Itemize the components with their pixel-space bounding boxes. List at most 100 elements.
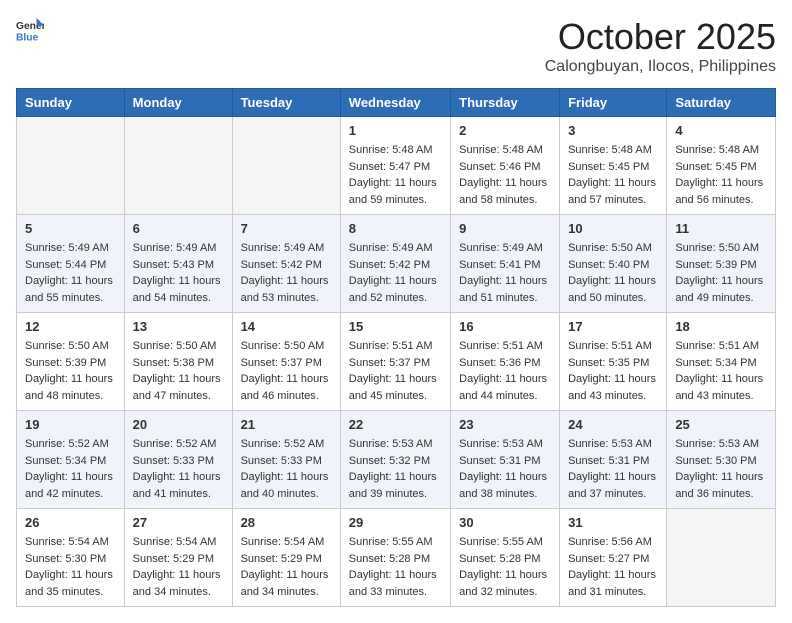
- day-number: 7: [241, 221, 332, 236]
- day-info: Sunrise: 5:50 AMSunset: 5:39 PMDaylight:…: [25, 338, 116, 404]
- day-number: 25: [675, 417, 767, 432]
- calendar-cell: 9Sunrise: 5:49 AMSunset: 5:41 PMDaylight…: [451, 215, 560, 313]
- day-number: 12: [25, 319, 116, 334]
- calendar-header-row: SundayMondayTuesdayWednesdayThursdayFrid…: [17, 89, 776, 117]
- calendar-cell: 1 Sunrise: 5:48 AMSunset: 5:47 PMDaylight…: [340, 117, 450, 215]
- day-number: 11: [675, 221, 767, 236]
- day-number: 2: [459, 123, 551, 138]
- day-number: 15: [349, 319, 442, 334]
- day-info: Sunrise: 5:50 AMSunset: 5:39 PMDaylight:…: [675, 240, 767, 306]
- day-info: Sunrise: 5:49 AMSunset: 5:44 PMDaylight:…: [25, 240, 116, 306]
- calendar-cell: 19Sunrise: 5:52 AMSunset: 5:34 PMDayligh…: [17, 411, 125, 509]
- page-header: General Blue October 2025 Calongbuyan, I…: [16, 16, 776, 76]
- calendar-cell: 27 Sunrise: 5:54 AMSunset: 5:29 PMDayligh…: [124, 509, 232, 607]
- day-number: 20: [133, 417, 224, 432]
- day-info: Sunrise: 5:51 AMSunset: 5:34 PMDaylight:…: [675, 338, 767, 404]
- calendar-cell: 17 Sunrise: 5:51 AMSunset: 5:35 PMDayligh…: [560, 313, 667, 411]
- day-number: 24: [568, 417, 658, 432]
- calendar-week-row: 12 Sunrise: 5:50 AMSunset: 5:39 PMDayligh…: [17, 313, 776, 411]
- calendar-cell: 22 Sunrise: 5:53 AMSunset: 5:32 PMDayligh…: [340, 411, 450, 509]
- day-number: 31: [568, 515, 658, 530]
- day-info: Sunrise: 5:52 AMSunset: 5:33 PMDaylight:…: [133, 436, 224, 502]
- day-info: Sunrise: 5:53 AMSunset: 5:30 PMDaylight:…: [675, 436, 767, 502]
- calendar-cell: 21 Sunrise: 5:52 AMSunset: 5:33 PMDayligh…: [232, 411, 340, 509]
- day-info: Sunrise: 5:48 AMSunset: 5:46 PMDaylight:…: [459, 142, 551, 208]
- day-info: Sunrise: 5:53 AMSunset: 5:31 PMDaylight:…: [459, 436, 551, 502]
- day-info: Sunrise: 5:49 AMSunset: 5:43 PMDaylight:…: [133, 240, 224, 306]
- day-info: Sunrise: 5:52 AMSunset: 5:33 PMDaylight:…: [241, 436, 332, 502]
- calendar-cell: [667, 509, 776, 607]
- day-info: Sunrise: 5:54 AMSunset: 5:30 PMDaylight:…: [25, 534, 116, 600]
- day-number: 13: [133, 319, 224, 334]
- day-number: 22: [349, 417, 442, 432]
- svg-text:Blue: Blue: [16, 32, 39, 43]
- day-number: 14: [241, 319, 332, 334]
- column-header-tuesday: Tuesday: [232, 89, 340, 117]
- calendar-week-row: 19Sunrise: 5:52 AMSunset: 5:34 PMDayligh…: [17, 411, 776, 509]
- calendar-cell: 2 Sunrise: 5:48 AMSunset: 5:46 PMDaylight…: [451, 117, 560, 215]
- column-header-monday: Monday: [124, 89, 232, 117]
- calendar-cell: 13 Sunrise: 5:50 AMSunset: 5:38 PMDayligh…: [124, 313, 232, 411]
- day-info: Sunrise: 5:50 AMSunset: 5:38 PMDaylight:…: [133, 338, 224, 404]
- day-info: Sunrise: 5:51 AMSunset: 5:35 PMDaylight:…: [568, 338, 658, 404]
- calendar-cell: 12 Sunrise: 5:50 AMSunset: 5:39 PMDayligh…: [17, 313, 125, 411]
- day-number: 17: [568, 319, 658, 334]
- day-info: Sunrise: 5:53 AMSunset: 5:32 PMDaylight:…: [349, 436, 442, 502]
- calendar-week-row: 1 Sunrise: 5:48 AMSunset: 5:47 PMDaylight…: [17, 117, 776, 215]
- day-number: 26: [25, 515, 116, 530]
- day-number: 30: [459, 515, 551, 530]
- day-number: 28: [241, 515, 332, 530]
- calendar-cell: 16 Sunrise: 5:51 AMSunset: 5:36 PMDayligh…: [451, 313, 560, 411]
- day-number: 9: [459, 221, 551, 236]
- calendar-cell: 20 Sunrise: 5:52 AMSunset: 5:33 PMDayligh…: [124, 411, 232, 509]
- column-header-wednesday: Wednesday: [340, 89, 450, 117]
- calendar-cell: 15 Sunrise: 5:51 AMSunset: 5:37 PMDayligh…: [340, 313, 450, 411]
- calendar-cell: 6 Sunrise: 5:49 AMSunset: 5:43 PMDaylight…: [124, 215, 232, 313]
- calendar-cell: 23 Sunrise: 5:53 AMSunset: 5:31 PMDayligh…: [451, 411, 560, 509]
- calendar-cell: 8Sunrise: 5:49 AMSunset: 5:42 PMDaylight…: [340, 215, 450, 313]
- day-info: Sunrise: 5:54 AMSunset: 5:29 PMDaylight:…: [133, 534, 224, 600]
- calendar-cell: 4Sunrise: 5:48 AMSunset: 5:45 PMDaylight…: [667, 117, 776, 215]
- calendar-cell: 3Sunrise: 5:48 AMSunset: 5:45 PMDaylight…: [560, 117, 667, 215]
- day-number: 16: [459, 319, 551, 334]
- calendar-cell: [232, 117, 340, 215]
- day-number: 27: [133, 515, 224, 530]
- calendar-cell: 11 Sunrise: 5:50 AMSunset: 5:39 PMDayligh…: [667, 215, 776, 313]
- day-info: Sunrise: 5:48 AMSunset: 5:45 PMDaylight:…: [675, 142, 767, 208]
- logo: General Blue: [16, 16, 44, 44]
- day-info: Sunrise: 5:49 AMSunset: 5:42 PMDaylight:…: [241, 240, 332, 306]
- column-header-saturday: Saturday: [667, 89, 776, 117]
- calendar-cell: 7 Sunrise: 5:49 AMSunset: 5:42 PMDaylight…: [232, 215, 340, 313]
- location-subtitle: Calongbuyan, Ilocos, Philippines: [545, 58, 776, 76]
- day-number: 1: [349, 123, 442, 138]
- calendar-week-row: 5Sunrise: 5:49 AMSunset: 5:44 PMDaylight…: [17, 215, 776, 313]
- day-info: Sunrise: 5:49 AMSunset: 5:42 PMDaylight:…: [349, 240, 442, 306]
- logo-icon: General Blue: [16, 16, 44, 44]
- day-info: Sunrise: 5:55 AMSunset: 5:28 PMDaylight:…: [459, 534, 551, 600]
- column-header-sunday: Sunday: [17, 89, 125, 117]
- day-number: 19: [25, 417, 116, 432]
- calendar-cell: [124, 117, 232, 215]
- calendar-cell: 5Sunrise: 5:49 AMSunset: 5:44 PMDaylight…: [17, 215, 125, 313]
- calendar-cell: 28 Sunrise: 5:54 AMSunset: 5:29 PMDayligh…: [232, 509, 340, 607]
- day-info: Sunrise: 5:48 AMSunset: 5:45 PMDaylight:…: [568, 142, 658, 208]
- calendar-cell: 10Sunrise: 5:50 AMSunset: 5:40 PMDayligh…: [560, 215, 667, 313]
- day-info: Sunrise: 5:55 AMSunset: 5:28 PMDaylight:…: [349, 534, 442, 600]
- day-number: 21: [241, 417, 332, 432]
- day-info: Sunrise: 5:51 AMSunset: 5:36 PMDaylight:…: [459, 338, 551, 404]
- column-header-thursday: Thursday: [451, 89, 560, 117]
- day-number: 10: [568, 221, 658, 236]
- day-info: Sunrise: 5:48 AMSunset: 5:47 PMDaylight:…: [349, 142, 442, 208]
- day-info: Sunrise: 5:50 AMSunset: 5:37 PMDaylight:…: [241, 338, 332, 404]
- day-info: Sunrise: 5:53 AMSunset: 5:31 PMDaylight:…: [568, 436, 658, 502]
- day-info: Sunrise: 5:51 AMSunset: 5:37 PMDaylight:…: [349, 338, 442, 404]
- day-number: 6: [133, 221, 224, 236]
- calendar-week-row: 26 Sunrise: 5:54 AMSunset: 5:30 PMDayligh…: [17, 509, 776, 607]
- calendar-cell: 14 Sunrise: 5:50 AMSunset: 5:37 PMDayligh…: [232, 313, 340, 411]
- day-number: 23: [459, 417, 551, 432]
- day-number: 29: [349, 515, 442, 530]
- calendar-cell: 30 Sunrise: 5:55 AMSunset: 5:28 PMDayligh…: [451, 509, 560, 607]
- calendar-cell: 29 Sunrise: 5:55 AMSunset: 5:28 PMDayligh…: [340, 509, 450, 607]
- calendar-cell: [17, 117, 125, 215]
- day-info: Sunrise: 5:54 AMSunset: 5:29 PMDaylight:…: [241, 534, 332, 600]
